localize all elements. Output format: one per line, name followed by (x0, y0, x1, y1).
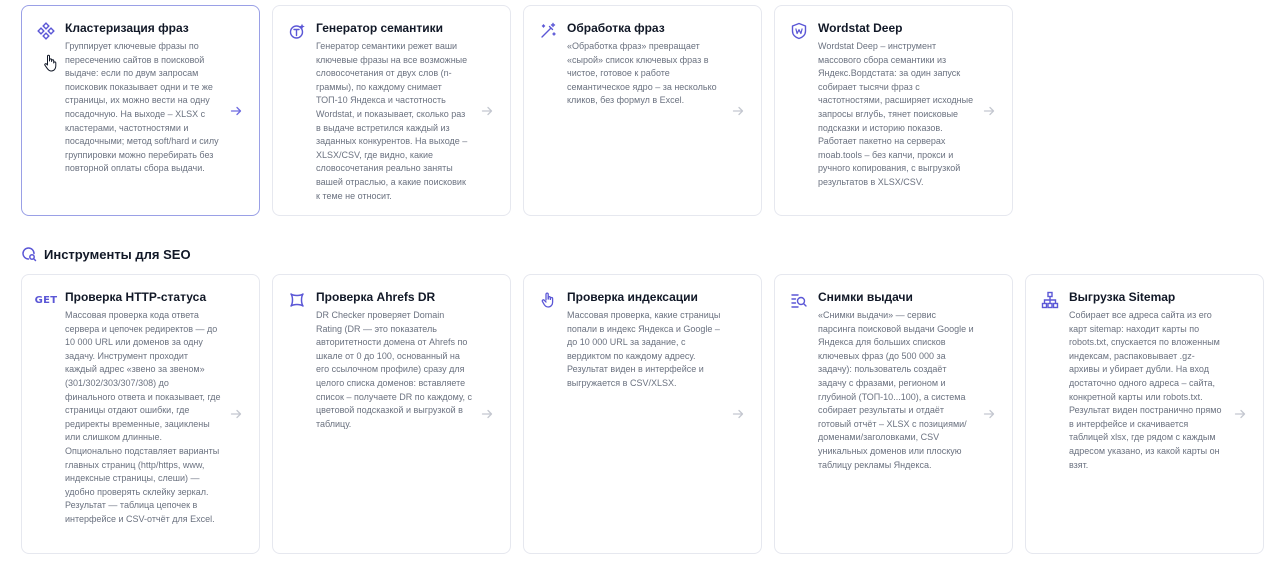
arrow-right-icon (732, 105, 744, 117)
card-description: «Обработка фраз» превращает «сырой» спис… (567, 41, 717, 106)
card-title: Обработка фраз (567, 21, 665, 35)
get-icon: GET (34, 291, 58, 309)
arrow-right-icon (732, 408, 744, 420)
cluster-icon (37, 22, 55, 40)
arrow-right-icon (481, 408, 493, 420)
card-title: Снимки выдачи (818, 290, 913, 304)
card-description: Массовая проверка кода ответа сервера и … (65, 310, 221, 524)
arrow-right-icon (481, 105, 493, 117)
card-semantic-generator[interactable]: Генератор семантики Генератор семантики … (272, 5, 511, 216)
card-description: Wordstat Deep – инструмент массового сбо… (818, 41, 974, 187)
arrow-right-icon (983, 408, 995, 420)
card-description: DR Checker проверяет Domain Rating (DR —… (316, 310, 472, 429)
semantic-generator-icon (288, 22, 306, 40)
card-description: Массовая проверка, какие страницы попали… (567, 310, 721, 388)
section-header-seo: Инструменты для SEO (21, 246, 191, 262)
card-ahrefs-dr[interactable]: Проверка Ahrefs DR DR Checker проверяет … (272, 274, 511, 554)
card-phrase-processing[interactable]: Обработка фраз «Обработка фраз» превраща… (523, 5, 762, 216)
card-title: Генератор семантики (316, 21, 443, 35)
card-phrase-clustering[interactable]: Кластеризация фраз Группирует ключевые ф… (21, 5, 260, 216)
tools-row-top: Кластеризация фраз Группирует ключевые ф… (21, 5, 1013, 216)
card-http-status[interactable]: GET Проверка HTTP-статуса Массовая прове… (21, 274, 260, 554)
tools-row-seo: GET Проверка HTTP-статуса Массовая прове… (21, 274, 1264, 554)
card-description: Генератор семантики режет ваши ключевые … (316, 41, 468, 201)
card-title: Кластеризация фраз (65, 21, 189, 35)
card-title: Проверка индексации (567, 290, 698, 304)
card-indexation-check[interactable]: Проверка индексации Массовая проверка, к… (523, 274, 762, 554)
search-seo-icon (21, 246, 37, 262)
card-sitemap-export[interactable]: Выгрузка Sitemap Собирает все адреса сай… (1025, 274, 1264, 554)
card-description: Группирует ключевые фразы по пересечению… (65, 41, 219, 174)
card-description: «Снимки выдачи» — сервис парсинга поиско… (818, 310, 974, 470)
arrow-right-icon (230, 408, 242, 420)
card-title: Проверка Ahrefs DR (316, 290, 436, 304)
card-title: Wordstat Deep (818, 21, 903, 35)
section-title: Инструменты для SEO (44, 246, 191, 262)
card-title: Выгрузка Sitemap (1069, 290, 1176, 304)
wordstat-shield-icon (790, 22, 808, 40)
arrow-right-icon (230, 105, 242, 117)
sitemap-icon (1041, 291, 1059, 309)
serp-snapshot-icon (790, 291, 808, 309)
card-description: Собирает все адреса сайта из его карт si… (1069, 310, 1222, 470)
pointer-hand-icon (539, 291, 557, 309)
arrow-right-icon (1234, 408, 1246, 420)
card-title: Проверка HTTP-статуса (65, 290, 207, 304)
get-icon-label: GET (34, 294, 58, 306)
card-serp-snapshots[interactable]: Снимки выдачи «Снимки выдачи» — сервис п… (774, 274, 1013, 554)
ahrefs-dr-icon (288, 291, 306, 309)
card-wordstat-deep[interactable]: Wordstat Deep Wordstat Deep – инструмент… (774, 5, 1013, 216)
magic-wand-icon (539, 22, 557, 40)
arrow-right-icon (983, 105, 995, 117)
